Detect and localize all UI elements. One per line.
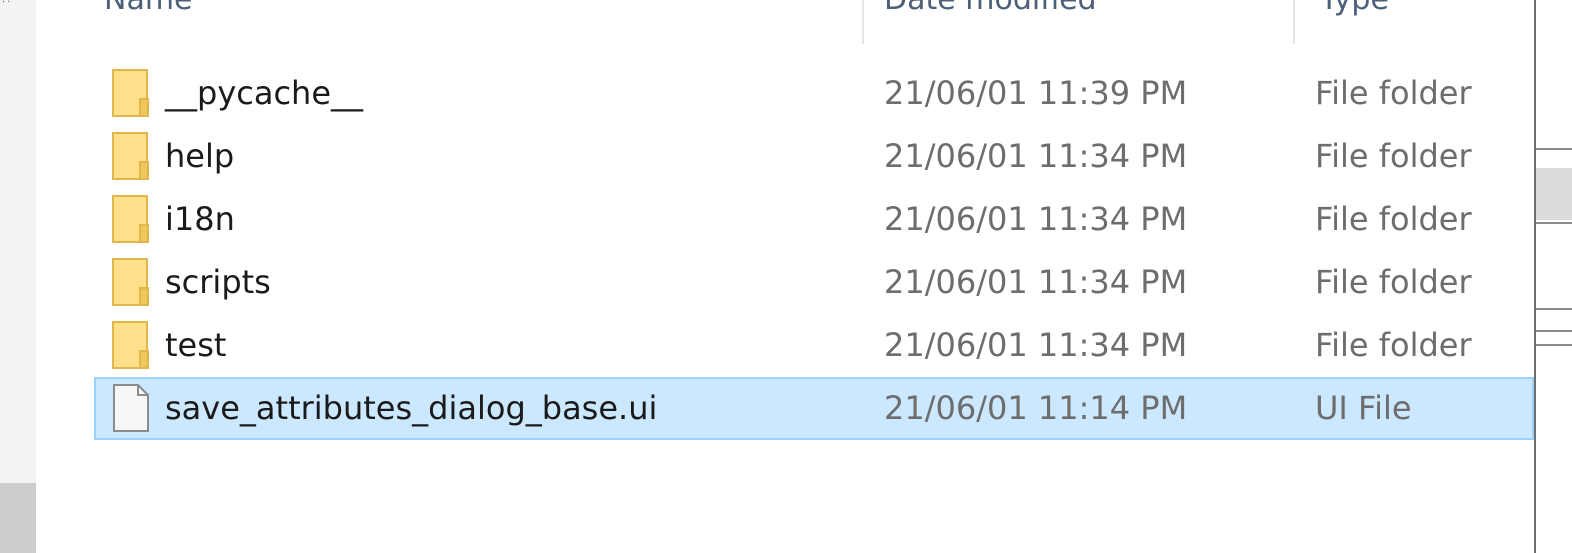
file-type: File folder	[1315, 263, 1472, 301]
column-header-name[interactable]: Name	[104, 0, 193, 44]
adjacent-window-edge	[1536, 0, 1572, 553]
column-resize-handle-date[interactable]	[862, 0, 864, 44]
folder-icon	[112, 195, 149, 243]
column-header-date-modified-label: Date modified	[884, 0, 1097, 17]
file-name: save_attributes_dialog_base.ui	[165, 389, 658, 427]
column-header-bar: Name Date modified Type	[48, 0, 1534, 44]
file-type: File folder	[1315, 137, 1472, 175]
file-name: help	[165, 137, 235, 175]
column-header-name-label: Name	[104, 0, 193, 17]
list-item[interactable]: help 21/06/01 11:34 PM File folder	[94, 125, 1534, 188]
edge-line	[1536, 344, 1572, 346]
pane-splitter[interactable]	[36, 0, 48, 553]
file-name: i18n	[165, 200, 235, 238]
folder-icon	[112, 321, 149, 369]
file-explorer-window: ·· Name Date modified Type __pycache__ 2…	[0, 0, 1572, 553]
navigation-pane[interactable]: ··	[0, 0, 36, 553]
edge-line	[1536, 222, 1572, 224]
column-header-date-modified[interactable]: Date modified	[884, 0, 1097, 44]
list-item[interactable]: test 21/06/01 11:34 PM File folder	[94, 314, 1534, 377]
file-type: File folder	[1315, 200, 1472, 238]
file-date-modified: 21/06/01 11:34 PM	[884, 263, 1188, 301]
navigation-pane-scrollbar-thumb[interactable]	[0, 483, 36, 553]
edge-line	[1536, 308, 1572, 310]
file-date-modified: 21/06/01 11:34 PM	[884, 326, 1188, 364]
column-resize-handle-type[interactable]	[1293, 0, 1295, 44]
column-header-type-label: Type	[1320, 0, 1389, 17]
file-name: scripts	[165, 263, 271, 301]
column-header-type[interactable]: Type	[1320, 0, 1389, 44]
folder-icon	[112, 132, 149, 180]
list-item[interactable]: scripts 21/06/01 11:34 PM File folder	[94, 251, 1534, 314]
file-type: File folder	[1315, 74, 1472, 112]
file-name: __pycache__	[165, 74, 364, 112]
file-date-modified: 21/06/01 11:39 PM	[884, 74, 1188, 112]
file-name: test	[165, 326, 227, 364]
file-date-modified: 21/06/01 11:34 PM	[884, 200, 1188, 238]
edge-line	[1536, 330, 1572, 332]
edge-block	[1536, 168, 1572, 220]
file-list: __pycache__ 21/06/01 11:39 PM File folde…	[94, 62, 1534, 440]
file-icon	[113, 384, 149, 432]
edge-line	[1536, 148, 1572, 150]
folder-icon	[112, 69, 149, 117]
file-type: File folder	[1315, 326, 1472, 364]
pane-grip-icon: ··	[2, 0, 13, 8]
folder-icon	[112, 258, 149, 306]
list-item[interactable]: __pycache__ 21/06/01 11:39 PM File folde…	[94, 62, 1534, 125]
list-item-selected[interactable]: save_attributes_dialog_base.ui 21/06/01 …	[94, 377, 1534, 440]
file-type: UI File	[1315, 389, 1412, 427]
file-date-modified: 21/06/01 11:14 PM	[884, 389, 1188, 427]
file-date-modified: 21/06/01 11:34 PM	[884, 137, 1188, 175]
list-item[interactable]: i18n 21/06/01 11:34 PM File folder	[94, 188, 1534, 251]
